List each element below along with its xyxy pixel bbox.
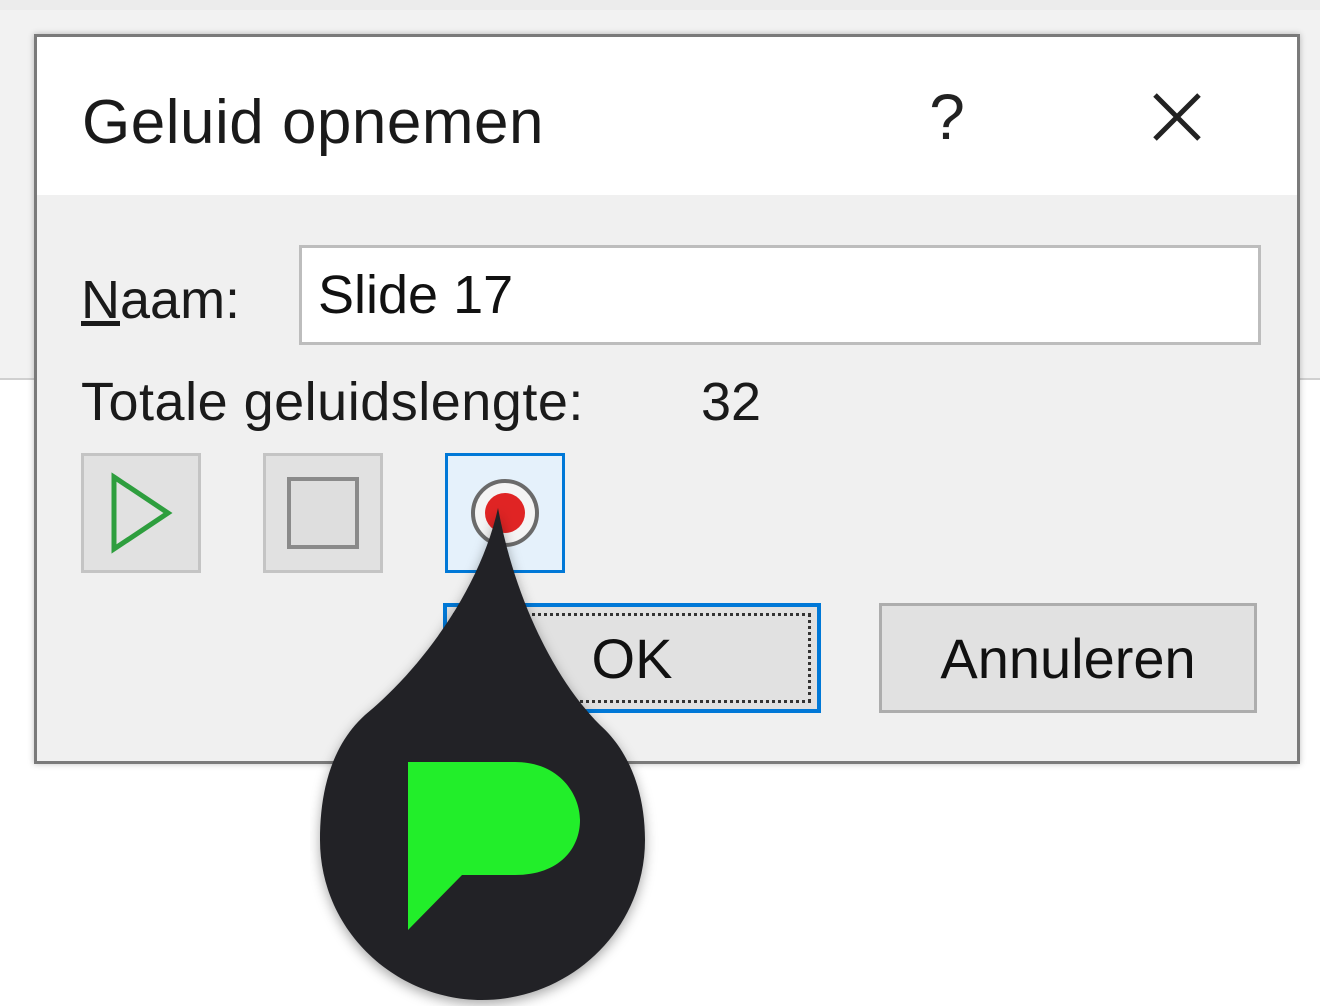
name-label: Naam: (81, 270, 241, 330)
help-button[interactable]: ? (917, 77, 977, 157)
total-length-value: 32 (701, 372, 762, 432)
cancel-button[interactable]: Annuleren (879, 603, 1257, 713)
record-sound-dialog: Geluid opnemen ? Naam: Totale geluidslen… (34, 34, 1300, 764)
background-app-strip (0, 0, 1320, 10)
dialog-title: Geluid opnemen (82, 88, 544, 157)
name-input[interactable] (299, 245, 1261, 345)
speech-bubble-pin (320, 508, 645, 1000)
close-button[interactable] (1137, 77, 1217, 157)
play-button[interactable] (81, 453, 201, 573)
close-icon (1153, 93, 1201, 141)
play-icon (111, 472, 173, 554)
total-length-label: Totale geluidslengte: (81, 372, 584, 432)
dialog-titlebar: Geluid opnemen ? (37, 37, 1297, 195)
